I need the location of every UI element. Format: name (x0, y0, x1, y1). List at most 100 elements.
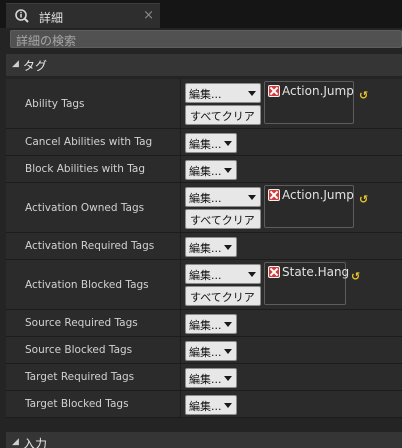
column-divider (180, 391, 181, 417)
chevron-down-icon (224, 168, 232, 173)
chevron-down-icon (224, 322, 232, 327)
property-value-cell: 編集... (185, 341, 237, 361)
property-name-cell: Cancel Abilities with Tag (6, 129, 180, 155)
category-label: 入力 (23, 437, 48, 448)
tag-name: Action.Jump (282, 188, 354, 202)
details-panel: 詳細の検索 ◢ タグ Ability Tags 編集... すべてクリア Action… (0, 28, 402, 448)
edit-label: 編集... (189, 400, 222, 413)
property-row: Source Blocked Tags 編集... (6, 337, 402, 364)
chevron-down-icon (224, 349, 232, 354)
property-name: Activation Owned Tags (25, 201, 145, 214)
edit-combo-button[interactable]: 編集... (185, 314, 237, 334)
property-name: Target Required Tags (25, 371, 135, 383)
edit-combo-button[interactable]: 編集... (185, 368, 237, 388)
property-name-cell: Activation Blocked Tags (6, 260, 180, 309)
info-search-icon (15, 9, 29, 23)
property-name: Ability Tags (25, 97, 85, 110)
property-name-cell: Activation Owned Tags (6, 183, 180, 232)
property-name: Activation Required Tags (25, 240, 155, 252)
column-divider (180, 364, 181, 390)
chevron-down-icon (248, 195, 256, 200)
remove-tag-icon[interactable] (268, 189, 280, 201)
column-divider (180, 183, 181, 232)
chevron-down-icon (224, 141, 232, 146)
reset-to-default-icon[interactable]: ↺ (359, 89, 368, 102)
tag-name: State.Hang (282, 265, 350, 279)
property-value-cell: 編集... (185, 368, 237, 388)
tab-bar: 詳細 × (0, 0, 402, 28)
expand-arrow-icon: ◢ (12, 59, 19, 69)
property-name: Target Blocked Tags (25, 398, 129, 410)
edit-combo-button[interactable]: 編集... (185, 187, 261, 207)
column-divider (180, 79, 181, 128)
edit-combo-button[interactable]: 編集... (185, 83, 261, 103)
property-name-cell: Source Blocked Tags (6, 337, 180, 363)
property-value-cell: 編集... すべてクリア (185, 264, 261, 306)
category-header-tags[interactable]: ◢ タグ (6, 54, 402, 76)
clear-all-button[interactable]: すべてクリア (185, 286, 261, 306)
property-row: Activation Owned Tags 編集... すべてクリア Action.J… (6, 183, 402, 233)
edit-label: 編集... (189, 373, 222, 386)
property-name: Source Blocked Tags (25, 344, 133, 356)
property-value-cell: 編集... (185, 160, 237, 180)
chevron-down-icon (248, 91, 256, 96)
reset-to-default-icon[interactable]: ↺ (359, 193, 368, 206)
edit-label: 編集... (189, 138, 222, 151)
chevron-down-icon (248, 272, 256, 277)
close-icon[interactable]: × (143, 8, 154, 23)
property-row: Source Required Tags 編集... (6, 310, 402, 337)
column-divider (180, 337, 181, 363)
clear-all-button[interactable]: すべてクリア (185, 105, 261, 125)
category-header-input[interactable]: ◢ 入力 (6, 432, 402, 448)
property-value-cell: 編集... (185, 237, 237, 257)
column-divider (180, 310, 181, 336)
property-name: Activation Blocked Tags (25, 278, 149, 291)
chevron-down-icon (224, 376, 232, 381)
property-rows: Ability Tags 編集... すべてクリア Action.Jump ↺ Cance… (6, 79, 402, 418)
clear-all-button[interactable]: すべてクリア (185, 209, 261, 229)
search-placeholder: 詳細の検索 (16, 34, 77, 48)
property-name-cell: Target Blocked Tags (6, 391, 180, 417)
tag-list-box: Action.Jump (264, 81, 354, 124)
property-name-cell: Block Abilities with Tag (6, 156, 180, 182)
remove-tag-icon[interactable] (268, 266, 280, 278)
tag-list-box: State.Hang (264, 262, 349, 305)
category-label: タグ (23, 59, 48, 73)
property-value-cell: 編集... (185, 133, 237, 153)
edit-combo-button[interactable]: 編集... (185, 160, 237, 180)
details-tab[interactable]: 詳細 × (6, 3, 160, 28)
property-row: Target Required Tags 編集... (6, 364, 402, 391)
edit-combo-button[interactable]: 編集... (185, 133, 237, 153)
edit-combo-button[interactable]: 編集... (185, 341, 237, 361)
property-value-cell: 編集... (185, 395, 237, 415)
reset-to-default-icon[interactable]: ↺ (351, 270, 360, 283)
chevron-down-icon (224, 245, 232, 250)
search-input[interactable]: 詳細の検索 (10, 30, 402, 48)
property-name-cell: Activation Required Tags (6, 233, 180, 259)
edit-label: 編集... (189, 319, 222, 332)
column-divider (180, 260, 181, 309)
property-row: Block Abilities with Tag 編集... (6, 156, 402, 183)
tag-chip: Action.Jump (268, 188, 354, 204)
edit-label: 編集... (189, 242, 222, 255)
property-row: Activation Required Tags 編集... (6, 233, 402, 260)
tag-chip: State.Hang (268, 265, 349, 281)
tag-list-box: Action.Jump (264, 185, 354, 228)
edit-combo-button[interactable]: 編集... (185, 237, 237, 257)
property-value-cell: 編集... (185, 314, 237, 334)
property-name-cell: Target Required Tags (6, 364, 180, 390)
property-value-cell: 編集... すべてクリア (185, 83, 261, 125)
edit-label: 編集... (189, 165, 222, 178)
edit-label: 編集... (189, 346, 222, 359)
expand-arrow-icon: ◢ (12, 437, 19, 447)
property-row: Cancel Abilities with Tag 編集... (6, 129, 402, 156)
tab-title: 詳細 (39, 11, 64, 25)
property-name: Block Abilities with Tag (25, 163, 146, 175)
edit-label: 編集... (189, 192, 222, 205)
tag-name: Action.Jump (282, 84, 354, 98)
edit-combo-button[interactable]: 編集... (185, 395, 237, 415)
edit-combo-button[interactable]: 編集... (185, 264, 261, 284)
remove-tag-icon[interactable] (268, 85, 280, 97)
property-name: Source Required Tags (25, 317, 138, 329)
property-name-cell: Source Required Tags (6, 310, 180, 336)
